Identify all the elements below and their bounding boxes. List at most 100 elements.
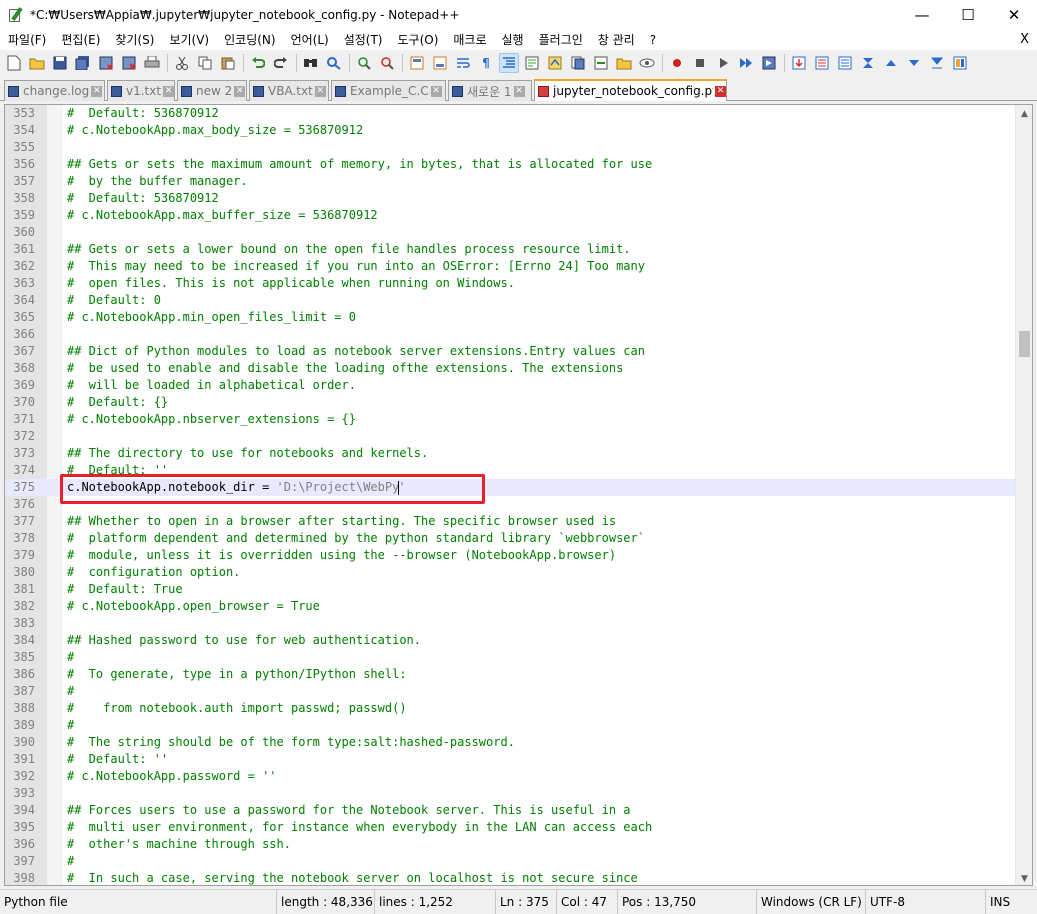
code-editor[interactable]: 353 # Default: 536870912 354 # c.NotebookAp… (4, 104, 1033, 886)
vertical-scrollbar[interactable]: ▲ ▼ (1015, 105, 1032, 885)
plugin-a-icon[interactable] (789, 53, 809, 73)
close-window-button[interactable]: ✕ (991, 0, 1037, 30)
new-file-icon[interactable] (4, 53, 24, 73)
open-file-icon[interactable] (27, 53, 47, 73)
save-icon[interactable] (50, 53, 70, 73)
undo-icon[interactable] (248, 53, 268, 73)
tab-jupyter-notebook-config[interactable]: jupyter_notebook_config.py ✕ (534, 79, 727, 101)
close-tab-icon[interactable]: ✕ (91, 85, 103, 97)
indent-guide-icon[interactable] (499, 53, 519, 73)
tab-example-c[interactable]: Example_C.C ✕ (331, 80, 446, 101)
status-insert-mode[interactable]: INS (985, 890, 1037, 914)
close-tab-icon[interactable]: ✕ (430, 85, 442, 97)
code-line: 379 # module, unless it is overridden usi… (5, 547, 1015, 564)
save-macro-icon[interactable] (759, 53, 779, 73)
code-line: 385 # (5, 649, 1015, 666)
line-number: 358 (13, 191, 35, 205)
monitoring-icon[interactable] (591, 53, 611, 73)
plugin-h-icon[interactable] (950, 53, 970, 73)
close-tab-icon[interactable]: ✕ (234, 85, 246, 97)
close-document-button[interactable]: X (1020, 30, 1029, 50)
copy-icon[interactable] (195, 53, 215, 73)
line-code: ## Forces users to use a password for th… (67, 803, 631, 817)
replace-icon[interactable] (324, 53, 344, 73)
line-code: # This may need to be increased if you r… (67, 259, 645, 273)
scroll-down-button[interactable]: ▼ (1016, 870, 1032, 885)
menu-tools[interactable]: 도구(O) (390, 30, 446, 50)
menu-macro[interactable]: 매크로 (445, 30, 493, 50)
find-icon[interactable] (301, 53, 321, 73)
menu-help[interactable]: ? (642, 30, 663, 50)
menu-window[interactable]: 창 관리 (590, 30, 642, 50)
folder-workspace-icon[interactable] (568, 53, 588, 73)
code-line: 368 # be used to enable and disable the l… (5, 360, 1015, 377)
menu-file[interactable]: 파일(F) (0, 30, 53, 50)
tab-change-log[interactable]: change.log ✕ (4, 80, 105, 101)
save-all-icon[interactable] (73, 53, 93, 73)
menu-edit[interactable]: 편집(E) (53, 30, 107, 50)
close-tab-icon[interactable]: ✕ (314, 85, 326, 97)
code-line: 369 # will be loaded in alphabetical orde… (5, 377, 1015, 394)
close-tab-icon[interactable]: ✕ (163, 85, 174, 97)
record-macro-icon[interactable] (667, 53, 687, 73)
menu-settings[interactable]: 설정(T) (336, 30, 390, 50)
toolbar-separator (402, 54, 403, 72)
function-list-icon[interactable] (545, 53, 565, 73)
scroll-up-button[interactable]: ▲ (1016, 105, 1032, 122)
line-number: 357 (13, 174, 35, 188)
plugin-f-icon[interactable] (904, 53, 924, 73)
menu-encoding[interactable]: 인코딩(N) (216, 30, 282, 50)
menu-language[interactable]: 언어(L) (283, 30, 336, 50)
status-eol[interactable]: Windows (CR LF) (756, 890, 864, 914)
plugin-b-icon[interactable] (812, 53, 832, 73)
tab-new-2[interactable]: new 2 ✕ (177, 80, 247, 101)
minimize-button[interactable]: — (899, 0, 945, 30)
tab-new-1[interactable]: 새로운 1 ✕ (448, 80, 532, 101)
stop-macro-icon[interactable] (690, 53, 710, 73)
show-all-chars-icon[interactable]: ¶ (476, 53, 496, 73)
save-icon (111, 85, 122, 97)
status-encoding[interactable]: UTF-8 (865, 890, 984, 914)
menu-plugins[interactable]: 플러그인 (531, 30, 590, 50)
doc-map-icon[interactable] (522, 53, 542, 73)
play-macro-icon[interactable] (713, 53, 733, 73)
close-icon[interactable] (96, 53, 116, 73)
toolbar-separator (243, 54, 244, 72)
line-code: # (67, 684, 75, 698)
tab-v1-txt[interactable]: v1.txt ✕ (107, 80, 175, 101)
line-code: # Default: True (67, 582, 183, 596)
plugin-d-icon[interactable] (858, 53, 878, 73)
open-folder-icon[interactable] (614, 53, 634, 73)
maximize-button[interactable]: ☐ (945, 0, 991, 30)
line-code: # In such a case, serving the notebook s… (67, 871, 638, 885)
zoom-in-icon[interactable] (354, 53, 374, 73)
menu-search[interactable]: 찾기(S) (107, 30, 161, 50)
sync-vertical-icon[interactable] (407, 53, 427, 73)
code-line: 396 # other's machine through ssh. (5, 836, 1015, 853)
redo-icon[interactable] (271, 53, 291, 73)
line-number: 395 (13, 820, 35, 834)
line-code: # from notebook.auth import passwd; pass… (67, 701, 407, 715)
word-wrap-icon[interactable] (453, 53, 473, 73)
play-multiple-icon[interactable] (736, 53, 756, 73)
plugin-e-icon[interactable] (881, 53, 901, 73)
sync-horizontal-icon[interactable] (430, 53, 450, 73)
line-number: 359 (13, 208, 35, 222)
eye-icon[interactable] (637, 53, 657, 73)
plugin-g-icon[interactable] (927, 53, 947, 73)
close-tab-icon[interactable]: ✕ (513, 85, 525, 97)
close-tab-icon[interactable]: ✕ (715, 85, 726, 97)
zoom-out-icon[interactable] (377, 53, 397, 73)
line-number: 368 (13, 361, 35, 375)
code-line: 394 ## Forces users to use a password for… (5, 802, 1015, 819)
cut-icon[interactable] (172, 53, 192, 73)
plugin-c-icon[interactable] (835, 53, 855, 73)
scrollbar-thumb[interactable] (1019, 331, 1030, 357)
paste-icon[interactable] (218, 53, 238, 73)
print-icon[interactable] (142, 53, 162, 73)
menu-run[interactable]: 실행 (494, 30, 531, 50)
tab-vba-txt[interactable]: VBA.txt ✕ (249, 80, 329, 101)
menu-view[interactable]: 보기(V) (161, 30, 216, 50)
line-number: 371 (13, 412, 35, 426)
close-all-icon[interactable] (119, 53, 139, 73)
